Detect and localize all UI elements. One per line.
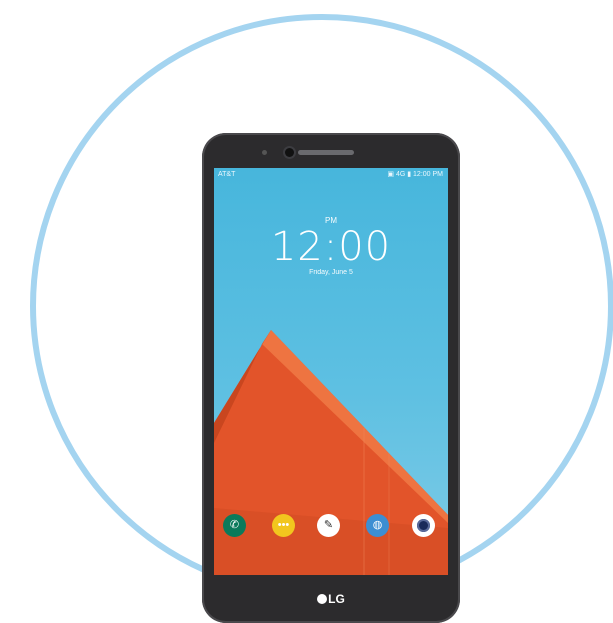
earpiece-speaker — [298, 150, 354, 155]
compose-icon[interactable]: ✎ — [317, 514, 340, 537]
app-dock: ✆ ••• ✎ ◍ — [214, 514, 448, 544]
messages-icon[interactable]: ••• — [272, 514, 295, 537]
brand-text: LG — [328, 592, 345, 606]
clock-time: 12:00 — [270, 224, 392, 270]
status-indicators: ▣ 4G ▮ 12:00 PM — [387, 171, 443, 178]
camera-lens — [417, 519, 430, 532]
lock-clock: PM 12:00 Friday, June 5 — [214, 216, 448, 278]
phone-screen: AT&T ▣ 4G ▮ 12:00 PM PM 12:00 Friday, Ju… — [214, 168, 448, 575]
clock-ampm: PM — [325, 216, 337, 225]
smartphone: AT&T ▣ 4G ▮ 12:00 PM PM 12:00 Friday, Ju… — [202, 133, 460, 623]
camera-icon[interactable] — [412, 514, 435, 537]
lg-logo-icon — [317, 594, 328, 604]
carrier-label: AT&T — [218, 171, 236, 178]
proximity-sensor — [262, 150, 267, 155]
status-bar: AT&T ▣ 4G ▮ 12:00 PM — [214, 168, 448, 182]
phone-icon[interactable]: ✆ — [223, 514, 246, 537]
browser-icon[interactable]: ◍ — [366, 514, 389, 537]
clock-date: Friday, June 5 — [309, 269, 353, 276]
front-camera — [285, 148, 294, 157]
brand-logo: LG — [202, 592, 460, 606]
